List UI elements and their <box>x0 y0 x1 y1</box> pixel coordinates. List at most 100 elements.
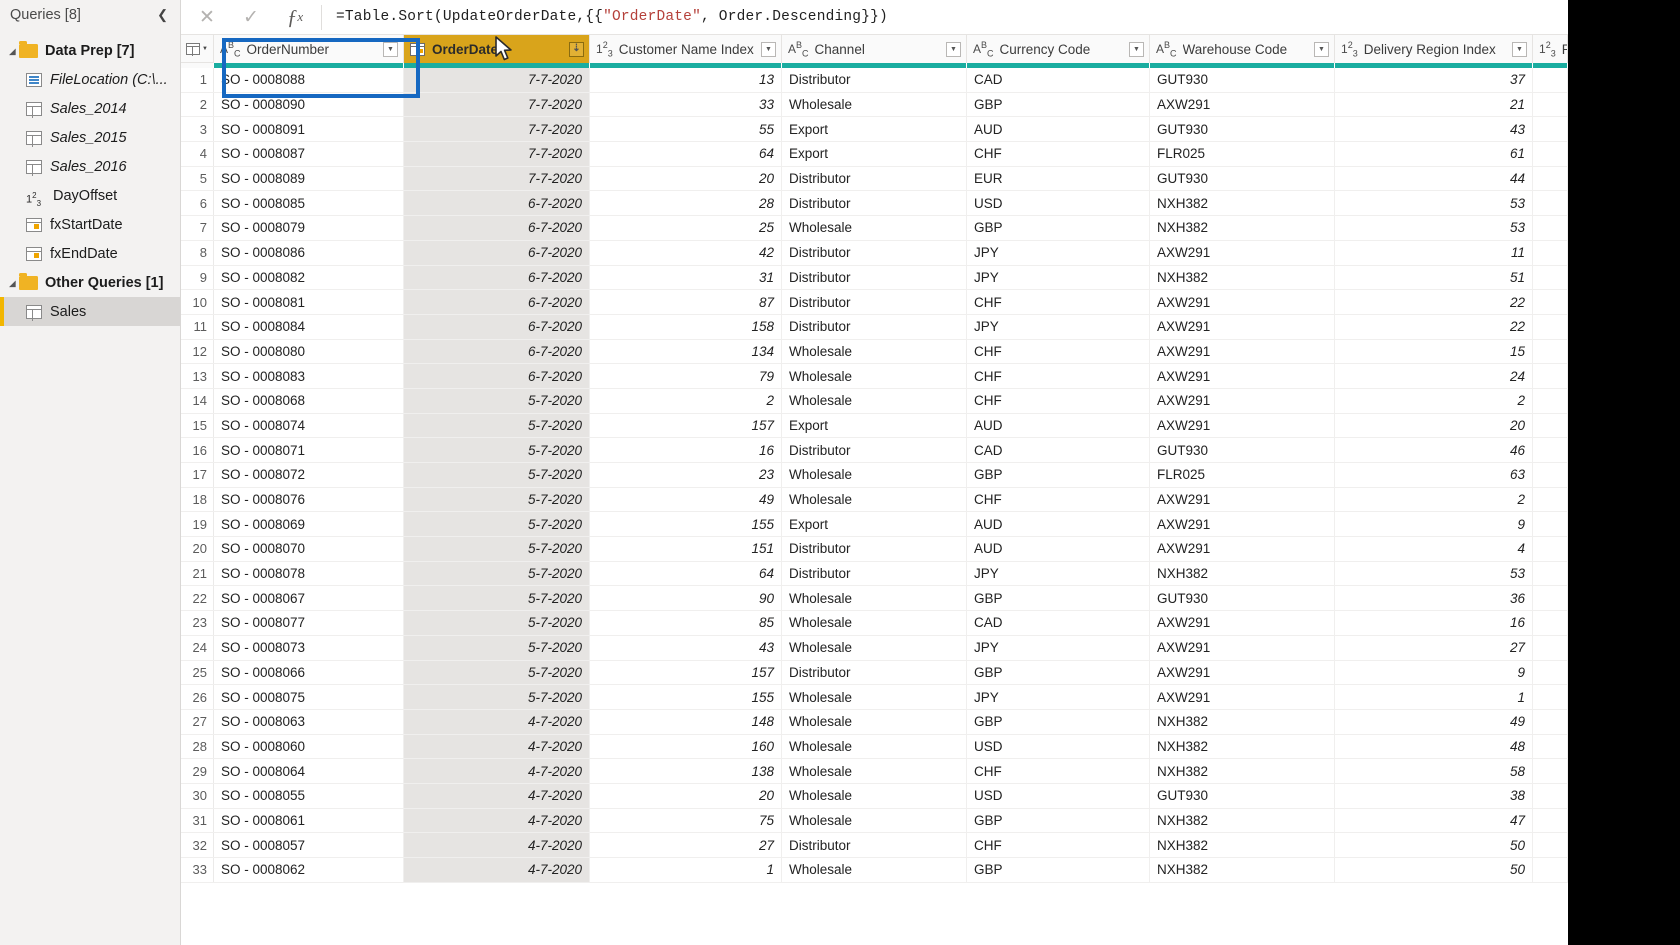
expand-collapse-icon[interactable]: ◢ <box>6 47 19 56</box>
cell-currency-code[interactable]: USD <box>967 734 1150 759</box>
table-row[interactable]: 18 SO - 0008076 5-7-2020 49 Wholesale CHF AXW2… <box>181 487 1568 513</box>
cell-channel[interactable]: Wholesale <box>782 759 967 783</box>
cell-delivery-region-index[interactable]: 9 <box>1335 512 1533 537</box>
cell-ordernumber[interactable]: SO - 0008090 <box>214 92 404 117</box>
cell-delivery-region-index[interactable]: 15 <box>1335 339 1533 364</box>
select-all-grid-icon[interactable]: ▼ <box>181 35 214 62</box>
cell-ordernumber[interactable]: SO - 0008072 <box>214 463 404 487</box>
table-row[interactable]: 8 SO - 0008086 6-7-2020 42 Distributor JPY AXW… <box>181 240 1568 266</box>
table-row[interactable]: 5 SO - 0008089 7-7-2020 20 Distributor EUR GUT… <box>181 166 1568 192</box>
cell-orderdate[interactable]: 5-7-2020 <box>404 512 590 537</box>
cell-customer-name-index[interactable]: 13 <box>590 68 782 92</box>
cell-ordernumber[interactable]: SO - 0008071 <box>214 438 404 462</box>
cell-warehouse-code[interactable]: FLR025 <box>1150 142 1335 166</box>
cell-channel[interactable]: Wholesale <box>782 611 967 635</box>
cell-channel[interactable]: Distributor <box>782 240 967 265</box>
cell-channel[interactable]: Wholesale <box>782 339 967 364</box>
cell-ordernumber[interactable]: SO - 0008076 <box>214 487 404 512</box>
cell-orderdate[interactable]: 7-7-2020 <box>404 92 590 117</box>
cell-ordernumber[interactable]: SO - 0008069 <box>214 512 404 537</box>
cell-delivery-region-index[interactable]: 4 <box>1335 537 1533 561</box>
cell-channel[interactable]: Export <box>782 413 967 438</box>
fx-icon[interactable]: ƒx <box>273 1 317 34</box>
cell-warehouse-code[interactable]: NXH382 <box>1150 216 1335 240</box>
cell-ordernumber[interactable]: SO - 0008074 <box>214 413 404 438</box>
cell-customer-name-index[interactable]: 23 <box>590 463 782 487</box>
column-filter-dropdown-icon[interactable]: ▼ <box>383 41 398 57</box>
cell-delivery-region-index[interactable]: 53 <box>1335 561 1533 586</box>
column-header-channel[interactable]: ABC Channel ▼ <box>782 35 967 63</box>
cell-ordernumber[interactable]: SO - 0008062 <box>214 858 404 882</box>
table-row[interactable]: 3 SO - 0008091 7-7-2020 55 Export AUD GUT930 43 <box>181 117 1568 143</box>
cell-channel[interactable]: Export <box>782 512 967 537</box>
table-row[interactable]: 7 SO - 0008079 6-7-2020 25 Wholesale GBP NXH38… <box>181 216 1568 241</box>
cell-warehouse-code[interactable]: FLR025 <box>1150 463 1335 487</box>
cell-currency-code[interactable]: JPY <box>967 561 1150 586</box>
cell-delivery-region-index[interactable]: 50 <box>1335 833 1533 857</box>
cell-ordernumber[interactable]: SO - 0008055 <box>214 783 404 808</box>
column-header-orderdate[interactable]: OrderDate ⇣ <box>404 35 590 63</box>
column-header-currency-code[interactable]: ABC Currency Code ▼ <box>967 35 1150 63</box>
cell-customer-name-index[interactable]: 158 <box>590 314 782 339</box>
cell-ordernumber[interactable]: SO - 0008073 <box>214 635 404 660</box>
cell-warehouse-code[interactable]: NXH382 <box>1150 858 1335 882</box>
cell-channel[interactable]: Distributor <box>782 537 967 561</box>
cell-customer-name-index[interactable]: 20 <box>590 783 782 808</box>
cell-pr[interactable] <box>1533 240 1568 265</box>
cell-delivery-region-index[interactable]: 21 <box>1335 92 1533 117</box>
table-row[interactable]: 23 SO - 0008077 5-7-2020 85 Wholesale CAD AXW2… <box>181 611 1568 636</box>
cell-warehouse-code[interactable]: AXW291 <box>1150 413 1335 438</box>
cell-orderdate[interactable]: 4-7-2020 <box>404 759 590 783</box>
query-item-sales-2015[interactable]: Sales_2015 <box>0 123 180 152</box>
table-row[interactable]: 29 SO - 0008064 4-7-2020 138 Wholesale CHF NXH… <box>181 759 1568 784</box>
expand-collapse-icon[interactable]: ◢ <box>6 279 19 288</box>
cell-currency-code[interactable]: AUD <box>967 117 1150 142</box>
cell-warehouse-code[interactable]: AXW291 <box>1150 339 1335 364</box>
cell-pr[interactable] <box>1533 685 1568 709</box>
cell-orderdate[interactable]: 4-7-2020 <box>404 808 590 833</box>
query-item-sales[interactable]: Sales <box>0 297 180 326</box>
cell-currency-code[interactable]: AUD <box>967 512 1150 537</box>
cell-delivery-region-index[interactable]: 50 <box>1335 858 1533 882</box>
cell-channel[interactable]: Wholesale <box>782 92 967 117</box>
cell-pr[interactable] <box>1533 413 1568 438</box>
cell-orderdate[interactable]: 5-7-2020 <box>404 463 590 487</box>
cell-orderdate[interactable]: 6-7-2020 <box>404 314 590 339</box>
cell-pr[interactable] <box>1533 364 1568 388</box>
cell-pr[interactable] <box>1533 709 1568 734</box>
cell-delivery-region-index[interactable]: 20 <box>1335 413 1533 438</box>
cell-delivery-region-index[interactable]: 11 <box>1335 240 1533 265</box>
table-row[interactable]: 9 SO - 0008082 6-7-2020 31 Distributor JPY NXH… <box>181 265 1568 291</box>
cell-orderdate[interactable]: 4-7-2020 <box>404 833 590 857</box>
query-group-data-prep[interactable]: ◢ Data Prep [7] <box>0 36 180 65</box>
cell-channel[interactable]: Distributor <box>782 314 967 339</box>
cell-warehouse-code[interactable]: NXH382 <box>1150 265 1335 290</box>
cell-orderdate[interactable]: 5-7-2020 <box>404 635 590 660</box>
cell-customer-name-index[interactable]: 157 <box>590 413 782 438</box>
cell-warehouse-code[interactable]: AXW291 <box>1150 364 1335 388</box>
cell-orderdate[interactable]: 6-7-2020 <box>404 216 590 240</box>
cell-orderdate[interactable]: 5-7-2020 <box>404 537 590 561</box>
cell-warehouse-code[interactable]: AXW291 <box>1150 92 1335 117</box>
close-icon[interactable]: ✕ <box>185 1 229 34</box>
cell-channel[interactable]: Distributor <box>782 68 967 92</box>
cell-currency-code[interactable]: GBP <box>967 808 1150 833</box>
column-filter-dropdown-icon[interactable]: ▼ <box>1129 41 1144 57</box>
cell-channel[interactable]: Distributor <box>782 265 967 290</box>
column-header-customer-name-index[interactable]: 123 Customer Name Index ▼ <box>590 35 782 63</box>
cell-pr[interactable] <box>1533 314 1568 339</box>
cell-customer-name-index[interactable]: 64 <box>590 561 782 586</box>
cell-ordernumber[interactable]: SO - 0008067 <box>214 586 404 611</box>
column-header-delivery-region-index[interactable]: 123 Delivery Region Index ▼ <box>1335 35 1533 63</box>
cell-currency-code[interactable]: AUD <box>967 413 1150 438</box>
cell-currency-code[interactable]: CHF <box>967 388 1150 413</box>
query-item-filelocation-c[interactable]: FileLocation (C:\... <box>0 65 180 94</box>
cell-orderdate[interactable]: 4-7-2020 <box>404 734 590 759</box>
cell-customer-name-index[interactable]: 134 <box>590 339 782 364</box>
cell-channel[interactable]: Distributor <box>782 191 967 216</box>
cell-channel[interactable]: Wholesale <box>782 388 967 413</box>
cell-delivery-region-index[interactable]: 9 <box>1335 660 1533 685</box>
cell-currency-code[interactable]: CAD <box>967 611 1150 635</box>
cell-delivery-region-index[interactable]: 63 <box>1335 463 1533 487</box>
cell-currency-code[interactable]: GBP <box>967 92 1150 117</box>
